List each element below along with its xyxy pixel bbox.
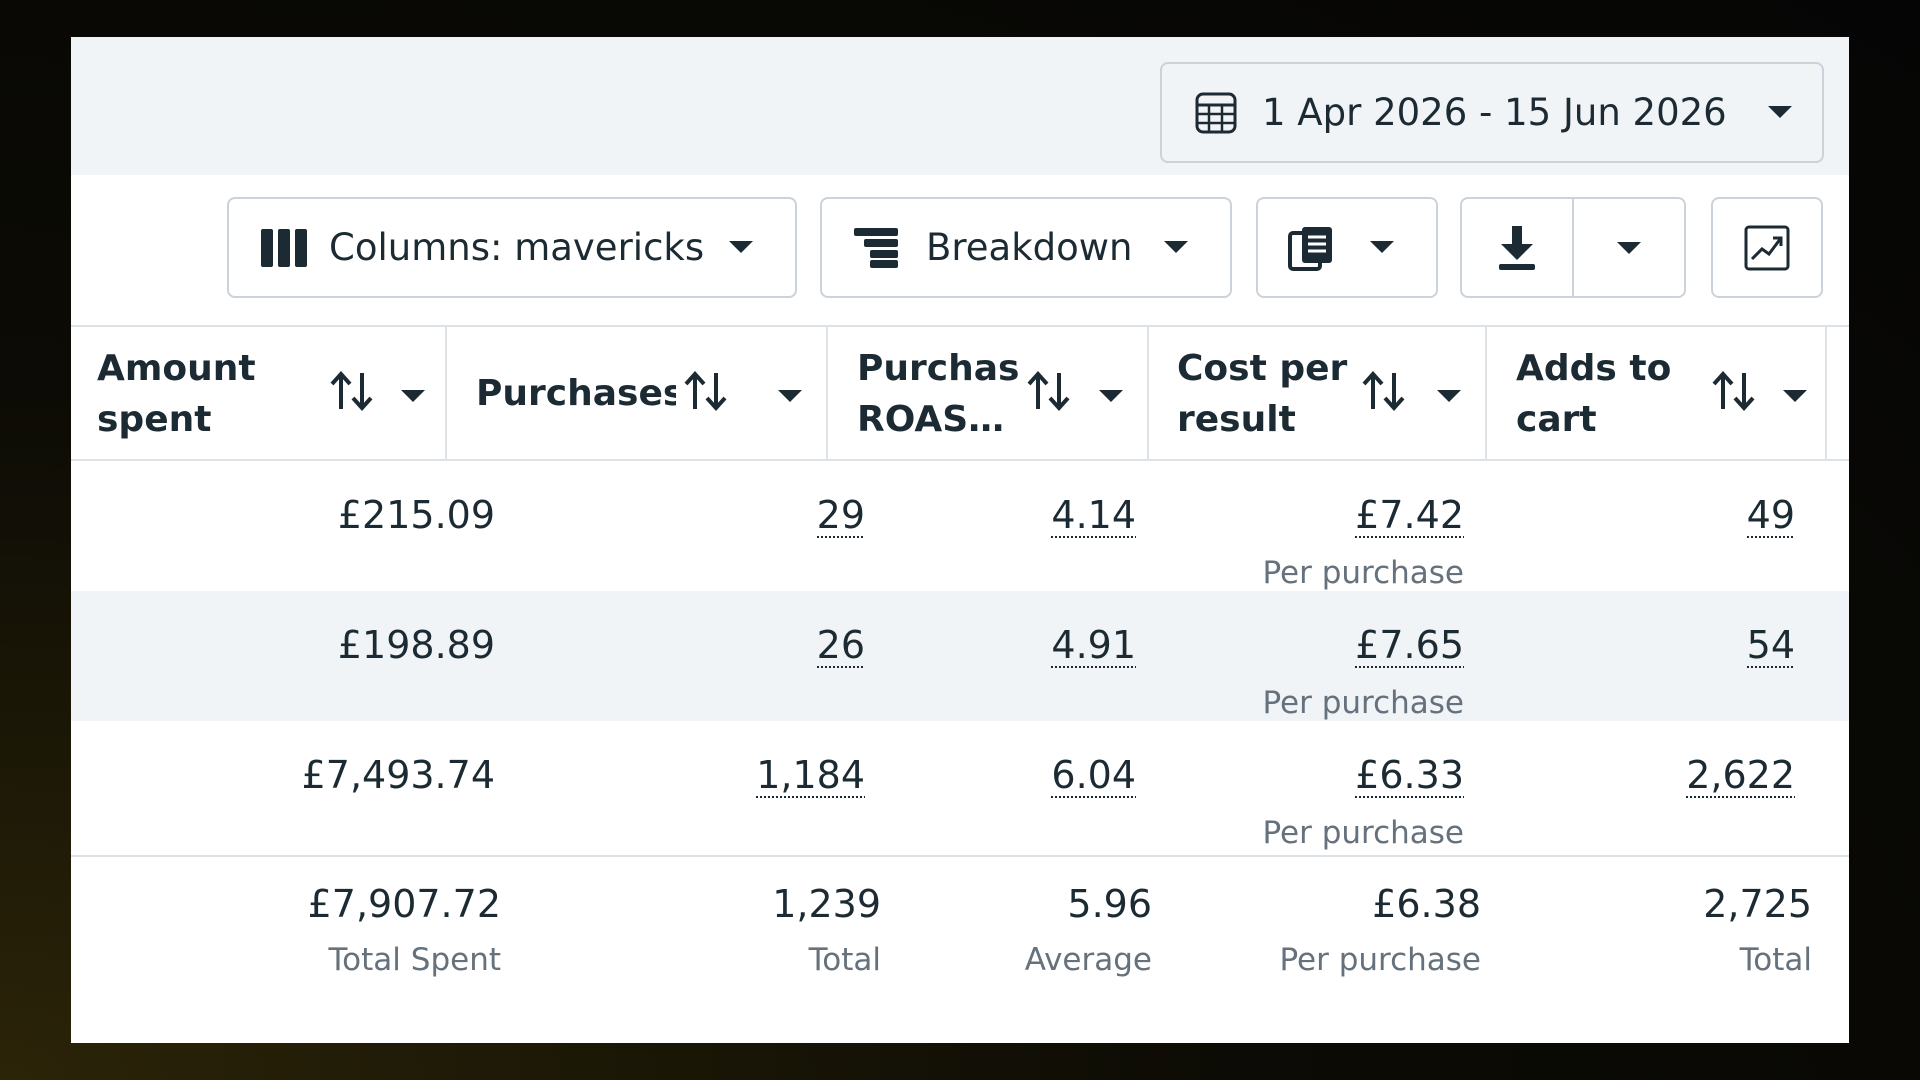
total-roas-sub: Average xyxy=(1024,942,1152,978)
total-adds-to-cart: 2,725 xyxy=(1703,882,1812,926)
table-row[interactable]: £215.09 29 4.14 £7.42 Per purchase 49 xyxy=(71,461,1849,591)
chevron-down-icon xyxy=(1370,241,1394,253)
cost-per-result-sub: Per purchase xyxy=(1262,555,1464,591)
adds-to-cart-link[interactable]: 49 xyxy=(1747,493,1795,537)
roas-link[interactable]: 6.04 xyxy=(1051,753,1136,797)
sort-icon[interactable] xyxy=(329,371,375,411)
roas-link[interactable]: 4.91 xyxy=(1051,623,1136,667)
total-adds-to-cart-sub: Total xyxy=(1739,942,1812,978)
table-header: Amount spent Purchases Purchase ROAS… Co… xyxy=(71,325,1849,461)
chevron-down-icon[interactable] xyxy=(1099,390,1123,402)
column-header-cost-per-result[interactable]: Cost per result xyxy=(1149,327,1487,461)
total-cost-per-result: £6.38 xyxy=(1372,882,1481,926)
date-range-picker[interactable]: 1 Apr 2026 - 15 Jun 2026 xyxy=(1160,62,1824,163)
table-row[interactable]: £7,493.74 1,184 6.04 £6.33 Per purchase … xyxy=(71,721,1849,855)
adds-to-cart-link[interactable]: 2,622 xyxy=(1686,753,1795,797)
column-title: Amount spent xyxy=(97,348,256,440)
purchases-link[interactable]: 1,184 xyxy=(756,753,865,797)
export-split-button xyxy=(1460,197,1686,298)
reports-icon xyxy=(1288,226,1332,271)
breakdown-icon xyxy=(854,227,898,268)
amount-spent-value: £198.89 xyxy=(337,623,495,667)
chevron-down-icon xyxy=(1164,241,1188,253)
chevron-down-icon[interactable] xyxy=(778,390,802,402)
column-header-adds-to-cart[interactable]: Adds to cart xyxy=(1487,327,1827,461)
chevron-down-icon xyxy=(729,241,753,253)
adds-to-cart-link[interactable]: 54 xyxy=(1747,623,1795,667)
purchases-link[interactable]: 26 xyxy=(817,623,865,667)
column-title: Purchases xyxy=(476,373,676,414)
sort-icon[interactable] xyxy=(1026,371,1072,411)
sort-icon[interactable] xyxy=(1711,371,1757,411)
chevron-down-icon[interactable] xyxy=(1783,390,1807,402)
amount-spent-value: £215.09 xyxy=(337,493,495,537)
breakdown-button[interactable]: Breakdown xyxy=(820,197,1232,298)
export-options-button[interactable] xyxy=(1574,199,1684,296)
calendar-icon xyxy=(1195,92,1237,133)
trend-chart-icon xyxy=(1744,225,1790,270)
columns-button[interactable]: Columns: mavericks xyxy=(227,197,797,298)
roas-link[interactable]: 4.14 xyxy=(1051,493,1136,537)
total-purchases-sub: Total xyxy=(808,942,881,978)
columns-label: Columns: mavericks xyxy=(329,226,705,269)
top-bar: 1 Apr 2026 - 15 Jun 2026 xyxy=(71,37,1849,175)
total-amount-spent-sub: Total Spent xyxy=(328,942,501,978)
download-icon xyxy=(1499,225,1535,270)
cost-per-result-sub: Per purchase xyxy=(1262,685,1464,721)
sort-icon[interactable] xyxy=(1361,371,1407,411)
cost-per-result-link[interactable]: £6.33 xyxy=(1355,753,1464,797)
cost-per-result-link[interactable]: £7.65 xyxy=(1355,623,1464,667)
column-header-amount-spent[interactable]: Amount spent xyxy=(71,327,447,461)
date-range-label: 1 Apr 2026 - 15 Jun 2026 xyxy=(1262,91,1727,134)
export-button[interactable] xyxy=(1462,199,1572,296)
chevron-down-icon xyxy=(1617,241,1641,254)
amount-spent-value: £7,493.74 xyxy=(301,753,495,797)
column-header-purchase-roas[interactable]: Purchase ROAS… xyxy=(828,327,1149,461)
table-row[interactable]: £198.89 26 4.91 £7.65 Per purchase 54 xyxy=(71,591,1849,721)
purchases-link[interactable]: 29 xyxy=(817,493,865,537)
chevron-down-icon[interactable] xyxy=(1437,390,1461,402)
column-header-purchases[interactable]: Purchases xyxy=(447,327,828,461)
chevron-down-icon[interactable] xyxy=(401,390,425,402)
total-roas: 5.96 xyxy=(1067,882,1152,926)
view-chart-button[interactable] xyxy=(1711,197,1823,298)
chevron-down-icon xyxy=(1768,106,1792,118)
column-title: Purchase ROAS… xyxy=(857,348,1019,440)
total-amount-spent: £7,907.72 xyxy=(307,882,501,926)
cost-per-result-sub: Per purchase xyxy=(1262,815,1464,851)
cost-per-result-link[interactable]: £7.42 xyxy=(1355,493,1464,537)
ads-report-panel: 1 Apr 2026 - 15 Jun 2026 Columns: maveri… xyxy=(71,37,1849,1043)
total-purchases: 1,239 xyxy=(772,882,881,926)
columns-icon xyxy=(261,228,307,267)
sort-icon[interactable] xyxy=(683,371,729,411)
reports-button[interactable] xyxy=(1256,197,1438,298)
breakdown-label: Breakdown xyxy=(926,226,1133,269)
column-title: Cost per result xyxy=(1177,348,1348,440)
total-cost-per-result-sub: Per purchase xyxy=(1279,942,1481,978)
column-title: Adds to cart xyxy=(1516,348,1672,440)
totals-row: £7,907.72 Total Spent 1,239 Total 5.96 A… xyxy=(71,855,1849,1043)
